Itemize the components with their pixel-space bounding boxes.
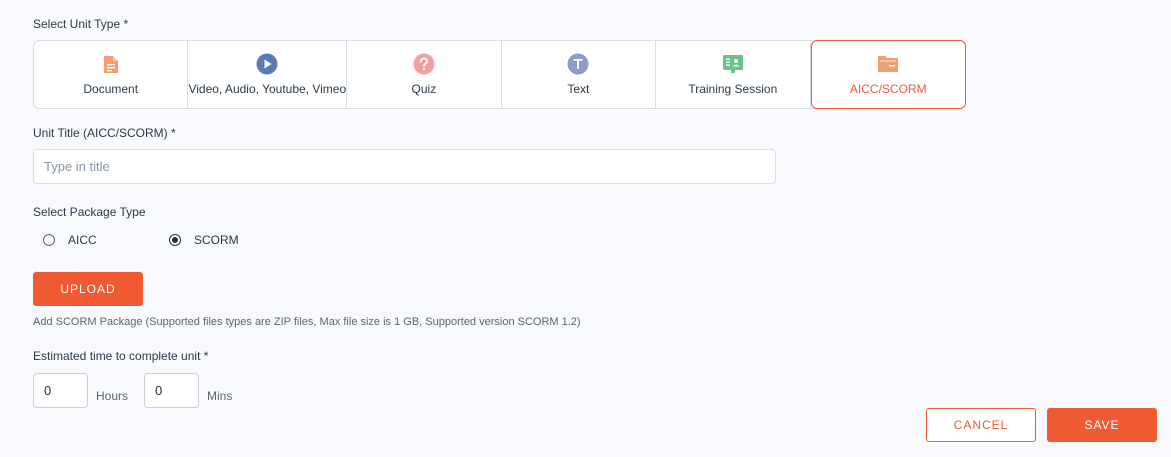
unit-type-label: Quiz — [411, 82, 437, 96]
unit-type-label: Training Session — [688, 82, 778, 96]
cancel-button[interactable]: CANCEL — [926, 408, 1036, 442]
radio-scorm[interactable]: SCORM — [169, 233, 239, 247]
save-button[interactable]: SAVE — [1047, 408, 1157, 442]
document-icon — [100, 53, 122, 75]
unit-type-text[interactable]: Text — [502, 41, 657, 108]
unit-type-document[interactable]: Document — [34, 41, 189, 108]
radio-aicc-label: AICC — [68, 233, 97, 247]
unit-title-input[interactable] — [33, 149, 776, 184]
unit-type-label: Text — [567, 82, 590, 96]
radio-aicc[interactable]: AICC — [43, 233, 97, 247]
question-icon — [413, 53, 435, 75]
unit-type-video[interactable]: Video, Audio, Youtube, Vimeo — [188, 41, 348, 108]
mins-label: Mins — [207, 389, 233, 403]
presentation-icon — [722, 53, 744, 75]
unit-type-label: Video, Audio, Youtube, Vimeo — [188, 82, 347, 96]
folder-icon — [877, 53, 899, 75]
mins-input[interactable] — [144, 373, 199, 408]
hours-label: Hours — [96, 389, 129, 403]
unit-title-label: Unit Title (AICC/SCORM) * — [33, 126, 176, 140]
unit-type-quiz[interactable]: Quiz — [347, 41, 502, 108]
radio-scorm-label: SCORM — [194, 233, 239, 247]
upload-hint: Add SCORM Package (Supported files types… — [33, 316, 581, 328]
hours-input[interactable] — [33, 373, 88, 408]
radio-aicc-circle[interactable] — [43, 234, 55, 246]
unit-type-aicc-scorm[interactable]: AICC/SCORM — [810, 40, 966, 109]
estimated-time-label: Estimated time to complete unit * — [33, 349, 209, 363]
unit-type-heading: Select Unit Type * — [33, 17, 129, 31]
package-type-label: Select Package Type — [33, 205, 146, 219]
unit-type-label: AICC/SCORM — [849, 82, 927, 96]
add-unit-form: Select Unit Type * Document Video, Audio… — [0, 0, 1171, 457]
unit-type-selector: Document Video, Audio, Youtube, Vimeo Qu… — [33, 40, 966, 109]
upload-button[interactable]: UPLOAD — [33, 272, 143, 306]
unit-type-label: Document — [83, 82, 139, 96]
unit-type-training-session[interactable]: Training Session — [656, 41, 811, 108]
play-icon — [256, 53, 278, 75]
text-icon — [567, 53, 589, 75]
radio-scorm-circle[interactable] — [169, 234, 181, 246]
